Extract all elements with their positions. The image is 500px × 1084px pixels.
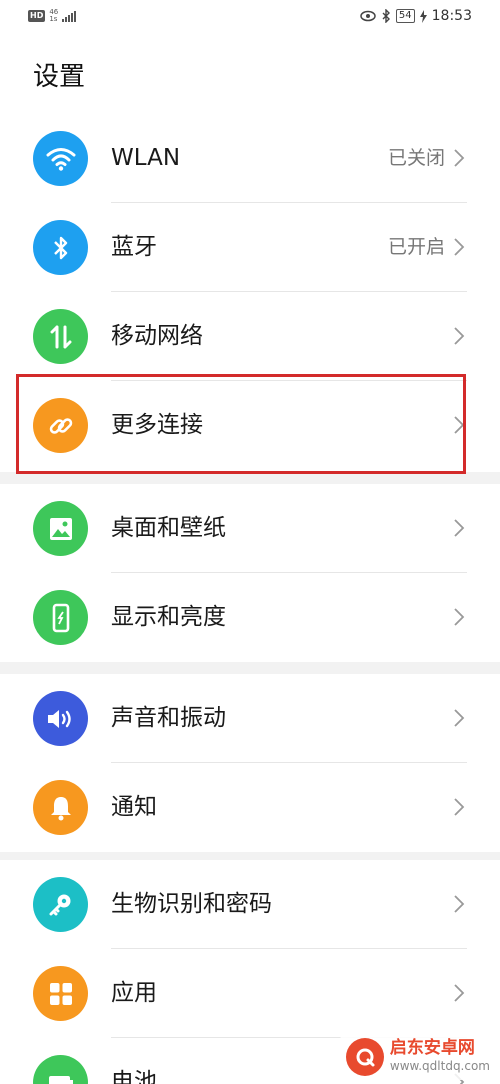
battery-icon	[33, 1055, 88, 1084]
settings-group-sound: 声音和振动 通知	[0, 674, 500, 852]
settings-item-label: WLAN	[111, 145, 181, 171]
watermark-logo-icon	[345, 1038, 384, 1076]
watermark-url: www.qdltdq.com	[389, 1059, 490, 1073]
key-icon	[33, 877, 88, 932]
section-gap	[0, 662, 500, 674]
settings-item-label: 显示和亮度	[111, 604, 226, 630]
settings-item-apps[interactable]: 应用	[0, 949, 500, 1038]
chevron-right-icon	[454, 327, 465, 345]
status-right: 54 18:53	[360, 8, 472, 24]
bell-icon	[33, 780, 88, 835]
clock: 18:53	[431, 8, 472, 24]
settings-item-more-connections[interactable]: 更多连接	[0, 381, 500, 470]
chevron-right-icon	[454, 416, 465, 434]
settings-item-home-wallpaper[interactable]: 桌面和壁纸	[0, 484, 500, 573]
settings-item-wlan[interactable]: WLAN 已关闭	[0, 114, 500, 203]
status-left: HD 46 1s	[28, 8, 77, 23]
bluetooth-status-icon	[382, 9, 390, 23]
settings-item-value: 已关闭	[387, 147, 445, 169]
settings-group-connectivity: WLAN 已关闭 蓝牙 已开启 移动网络 更多连接	[0, 114, 500, 470]
settings-item-label: 应用	[111, 980, 157, 1006]
chevron-right-icon	[454, 238, 465, 256]
settings-item-label: 蓝牙	[111, 234, 157, 260]
settings-item-bluetooth[interactable]: 蓝牙 已开启	[0, 203, 500, 292]
watermark: 启东安卓网 www.qdltdq.com	[339, 1034, 496, 1080]
settings-item-label: 移动网络	[111, 323, 203, 349]
settings-item-label: 更多连接	[111, 412, 203, 438]
chevron-right-icon	[454, 984, 465, 1002]
network-type: 46 1s	[49, 8, 59, 23]
settings-item-label: 通知	[111, 794, 157, 820]
settings-group-display: 桌面和壁纸 显示和亮度	[0, 484, 500, 662]
chevron-right-icon	[454, 709, 465, 727]
settings-item-label: 电池	[111, 1069, 157, 1084]
volume-icon	[33, 691, 88, 746]
eye-icon	[360, 10, 376, 22]
charging-icon	[419, 9, 427, 23]
settings-item-label: 声音和振动	[111, 705, 226, 731]
apps-grid-icon	[33, 966, 88, 1021]
settings-item-display-brightness[interactable]: 显示和亮度	[0, 573, 500, 662]
section-gap	[0, 472, 500, 484]
bluetooth-icon	[33, 220, 88, 275]
settings-item-mobile-network[interactable]: 移动网络	[0, 292, 500, 381]
image-icon	[33, 501, 88, 556]
wifi-icon	[33, 131, 88, 186]
settings-item-biometrics-password[interactable]: 生物识别和密码	[0, 860, 500, 949]
settings-item-notifications[interactable]: 通知	[0, 763, 500, 852]
link-icon	[33, 398, 88, 453]
chevron-right-icon	[454, 608, 465, 626]
display-icon	[33, 590, 88, 645]
status-bar: HD 46 1s 54 18:53	[0, 0, 500, 36]
watermark-title: 启东安卓网	[389, 1038, 475, 1058]
battery-indicator: 54	[395, 9, 415, 23]
settings-item-label: 生物识别和密码	[111, 891, 272, 917]
page-title: 设置	[33, 62, 86, 92]
signal-icon	[62, 10, 77, 22]
chevron-right-icon	[454, 149, 465, 167]
settings-item-label: 桌面和壁纸	[111, 515, 226, 541]
settings-item-value: 已开启	[387, 236, 445, 258]
watermark-text: 启东安卓网 www.qdltdq.com	[390, 1039, 490, 1075]
mobile-data-icon	[33, 309, 88, 364]
settings-item-sound-vibration[interactable]: 声音和振动	[0, 674, 500, 763]
chevron-right-icon	[454, 519, 465, 537]
hd-badge: HD	[28, 10, 46, 22]
chevron-right-icon	[454, 895, 465, 913]
chevron-right-icon	[454, 798, 465, 816]
